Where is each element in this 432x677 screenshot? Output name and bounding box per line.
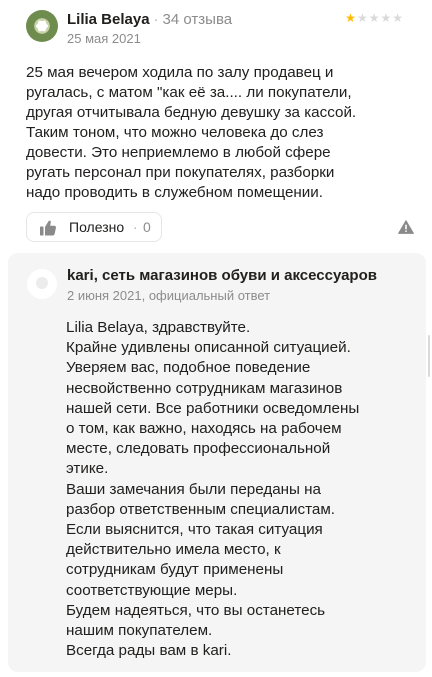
reply-text-line: Уверяем вас, подобное поведение <box>66 359 311 377</box>
review-text: 25 мая вечером ходила по залу продавец и… <box>26 63 406 203</box>
scrollbar[interactable] <box>428 335 430 377</box>
review-text-line: ругалась, с матом "как её за.... ли поку… <box>26 84 352 101</box>
reply-text-line: нашим покупателем. <box>66 622 213 640</box>
useful-label: Полезно <box>69 219 125 235</box>
review-text-line: ругать персонал при покупателях, разборк… <box>26 164 335 181</box>
star-icon: ★ <box>380 11 393 25</box>
reply-text-line: сотрудникам будут применены <box>66 561 284 579</box>
star-icon: ★ <box>356 11 369 25</box>
reply-text-line: нашей сети. Все работники осведомлены <box>66 399 360 417</box>
review-text-line: 25 мая вечером ходила по залу продавец и <box>26 64 334 81</box>
reply-text-line: соответствующие меры. <box>66 581 238 599</box>
reply-text-line: этике. <box>66 460 109 478</box>
author-line: Lilia Belaya · 34 отзыва <box>67 11 232 29</box>
useful-button[interactable]: Полезно · 0 <box>26 212 162 242</box>
author-separator: · <box>153 11 159 28</box>
reply-text-line: Всегда рады вам в kari. <box>66 642 232 660</box>
reply-text-line: о том, как важно, находясь на рабочем <box>66 420 342 438</box>
reply-text-line: Будем надеяться, что вы останетесь <box>66 601 326 619</box>
company-name[interactable]: kari, сеть магазинов обуви и аксессуаров <box>67 267 377 285</box>
review-header: Lilia Belaya · 34 отзыва 25 мая 2021 ★★★★★ <box>26 8 416 48</box>
reply-text: Lilia Belaya, здравствуйте. Крайне удивле… <box>66 318 416 661</box>
reply-text-line: Крайне удивлены описанной ситуацией. <box>66 339 351 357</box>
official-reply: kari, сеть магазинов обуви и аксессуаров… <box>8 253 426 672</box>
author-review-count[interactable]: 34 отзыва <box>163 11 233 28</box>
rating-stars: ★★★★★ <box>345 11 404 25</box>
author-name[interactable]: Lilia Belaya <box>67 11 150 28</box>
review-text-line: другая отчитывала бедную девушку за касс… <box>26 104 357 121</box>
company-logo-mark <box>36 277 48 289</box>
author-avatar[interactable] <box>26 10 58 42</box>
reply-text-line: месте, следовать профессиональной <box>66 440 331 458</box>
company-logo[interactable] <box>27 269 57 299</box>
useful-count: 0 <box>143 219 151 235</box>
star-icon: ★ <box>345 11 357 25</box>
reply-text-line: Если выяснится, что такая ситуация <box>66 521 323 539</box>
review-text-line: довести. Это неприемлемо в любой сфере <box>26 144 331 161</box>
reply-text-line: действительно имела место, к <box>66 541 281 559</box>
warning-icon[interactable] <box>398 220 414 234</box>
star-icon: ★ <box>392 11 404 25</box>
reply-meta: 2 июня 2021, официальный ответ <box>67 288 271 303</box>
thumbs-up-icon <box>40 220 56 236</box>
review-text-line: Таким тоном, что можно человека до слез <box>26 124 324 141</box>
star-icon: ★ <box>368 11 381 25</box>
review-text-line: надо проводить в служебном помещении. <box>26 184 323 201</box>
reply-text-line: несвойственно сотрудникам магазинов <box>66 379 343 397</box>
reply-text-line: Ваши замечания были переданы на <box>66 480 322 498</box>
review-date: 25 мая 2021 <box>67 31 141 46</box>
useful-separator: · <box>133 219 138 235</box>
reply-text-line: Lilia Belaya, здравствуйте. <box>66 319 251 336</box>
reply-text-line: разбор ответственным специалистам. <box>66 500 335 518</box>
